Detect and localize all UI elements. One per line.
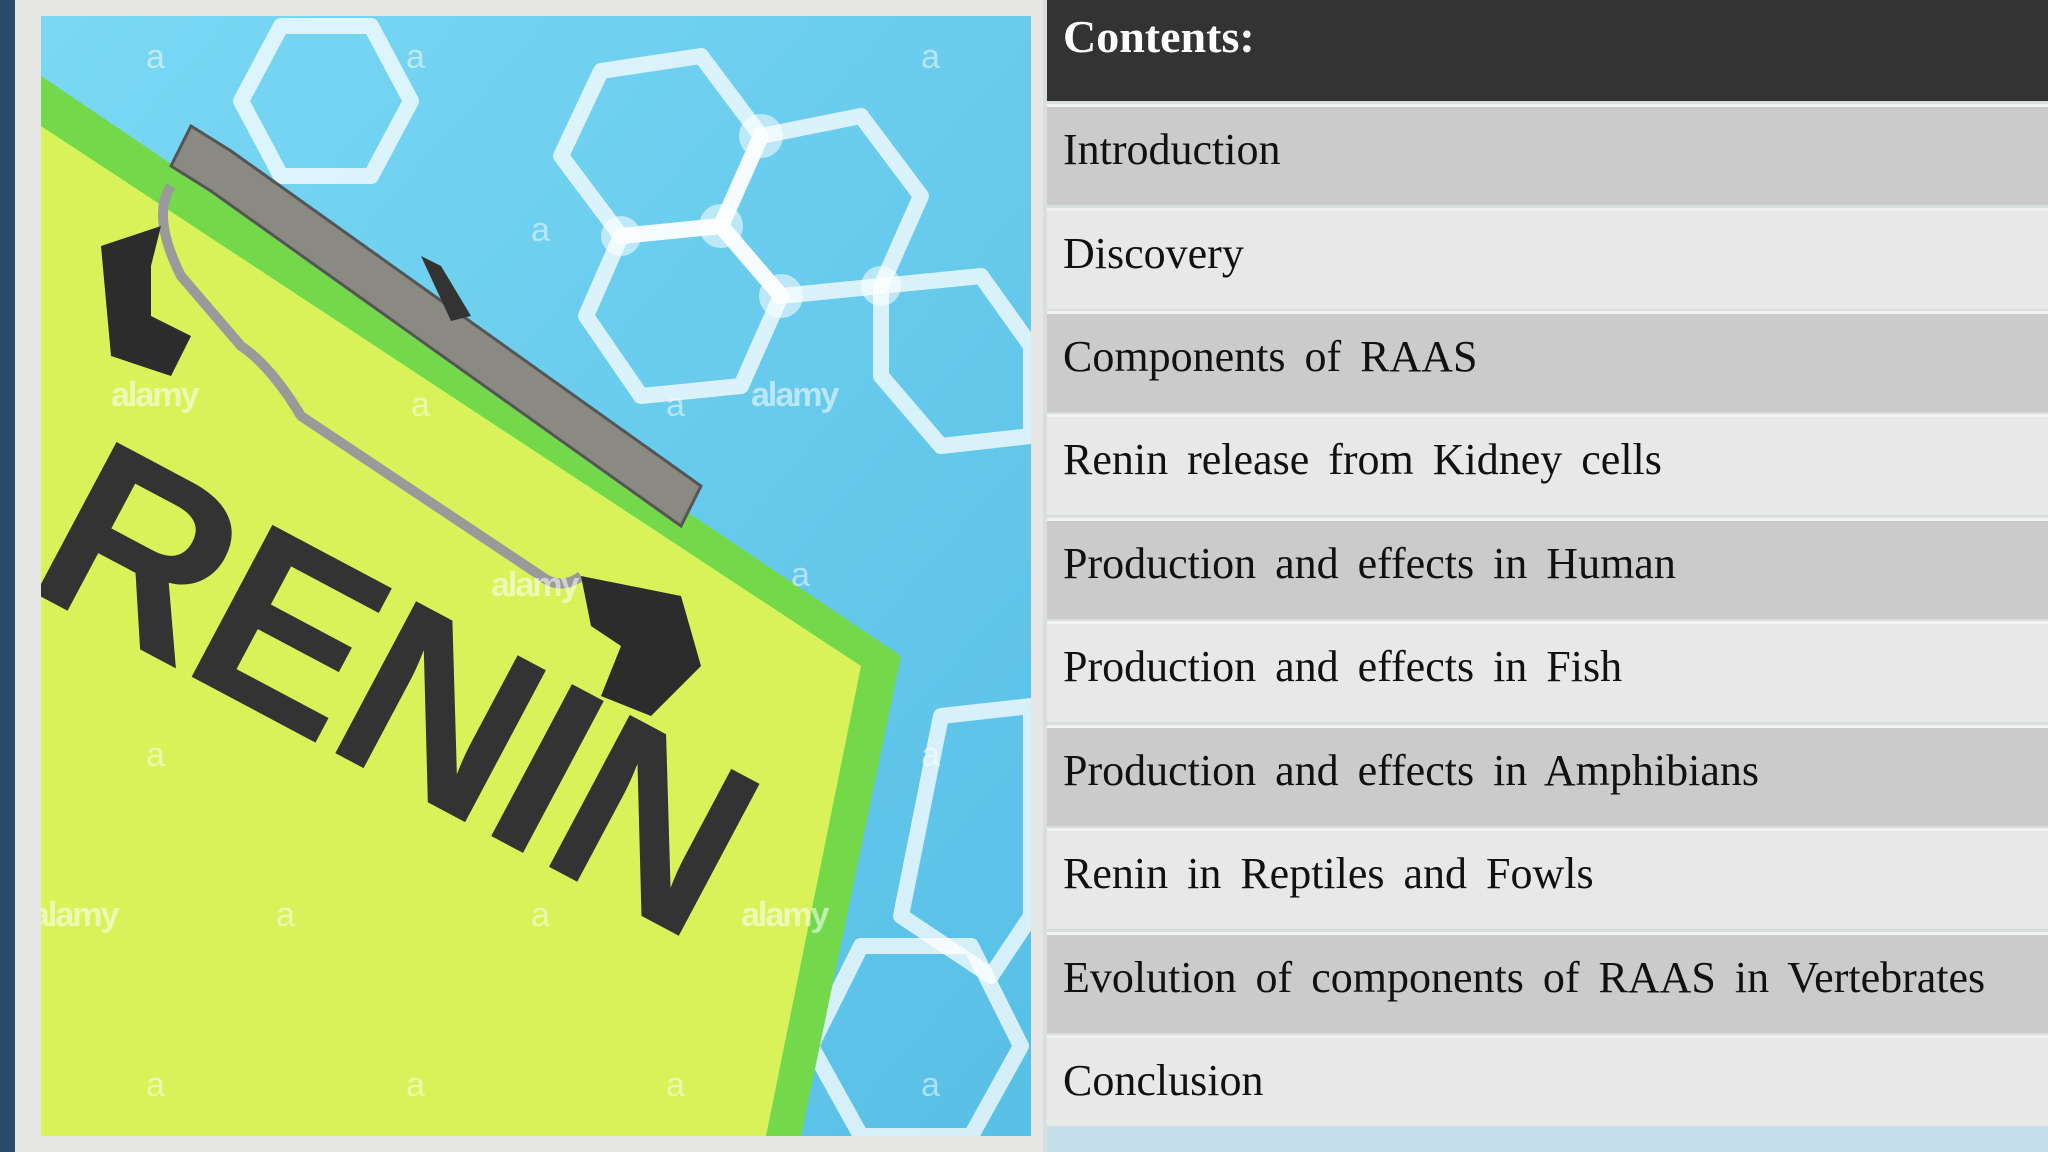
contents-item: Renin release from Kidney cells <box>1047 414 2048 515</box>
contents-item: Renin in Reptiles and Fowls <box>1047 828 2048 929</box>
contents-item: Evolution of components of RAAS in Verte… <box>1047 932 2048 1033</box>
slide: RENIN alamy alamy alamy alamy alamy a a … <box>15 0 2048 1152</box>
watermark-letter: a <box>146 38 165 76</box>
watermark-letter: a <box>276 896 295 934</box>
watermark-letter: a <box>146 1066 165 1104</box>
contents-item: Production and effects in Human <box>1047 518 2048 619</box>
watermark: alamy <box>41 896 119 934</box>
contents-item: Components of RAAS <box>1047 311 2048 412</box>
watermark: alamy <box>111 376 199 414</box>
watermark-letter: a <box>531 211 550 249</box>
watermark-letter: a <box>666 1066 685 1104</box>
photo-frame: RENIN alamy alamy alamy alamy alamy a a … <box>15 0 1043 1152</box>
watermark-letter: a <box>146 736 165 774</box>
watermark: alamy <box>741 896 829 934</box>
bottom-strip <box>1047 1126 2048 1152</box>
watermark: alamy <box>751 376 839 414</box>
watermark-letter: a <box>406 38 425 76</box>
watermark-letter: a <box>666 386 685 424</box>
renin-clipboard-photo: RENIN alamy alamy alamy alamy alamy a a … <box>41 16 1031 1136</box>
watermark: alamy <box>491 566 579 604</box>
contents-item: Discovery <box>1047 208 2048 309</box>
contents-table: Contents: Introduction Discovery Compone… <box>1047 0 2048 1136</box>
contents-item: Production and effects in Fish <box>1047 621 2048 722</box>
contents-item: Conclusion <box>1047 1035 2048 1136</box>
contents-item: Introduction <box>1047 104 2048 205</box>
contents-heading: Contents: <box>1047 0 2048 101</box>
watermark-letter: a <box>921 736 940 774</box>
watermark-letter: a <box>921 38 940 76</box>
watermark-letter: a <box>406 1066 425 1104</box>
watermark-letter: a <box>531 896 550 934</box>
watermark-letter: a <box>921 1066 940 1104</box>
watermark-letter: a <box>411 386 430 424</box>
watermark-letter: a <box>791 556 810 594</box>
contents-item: Production and effects in Amphibians <box>1047 725 2048 826</box>
